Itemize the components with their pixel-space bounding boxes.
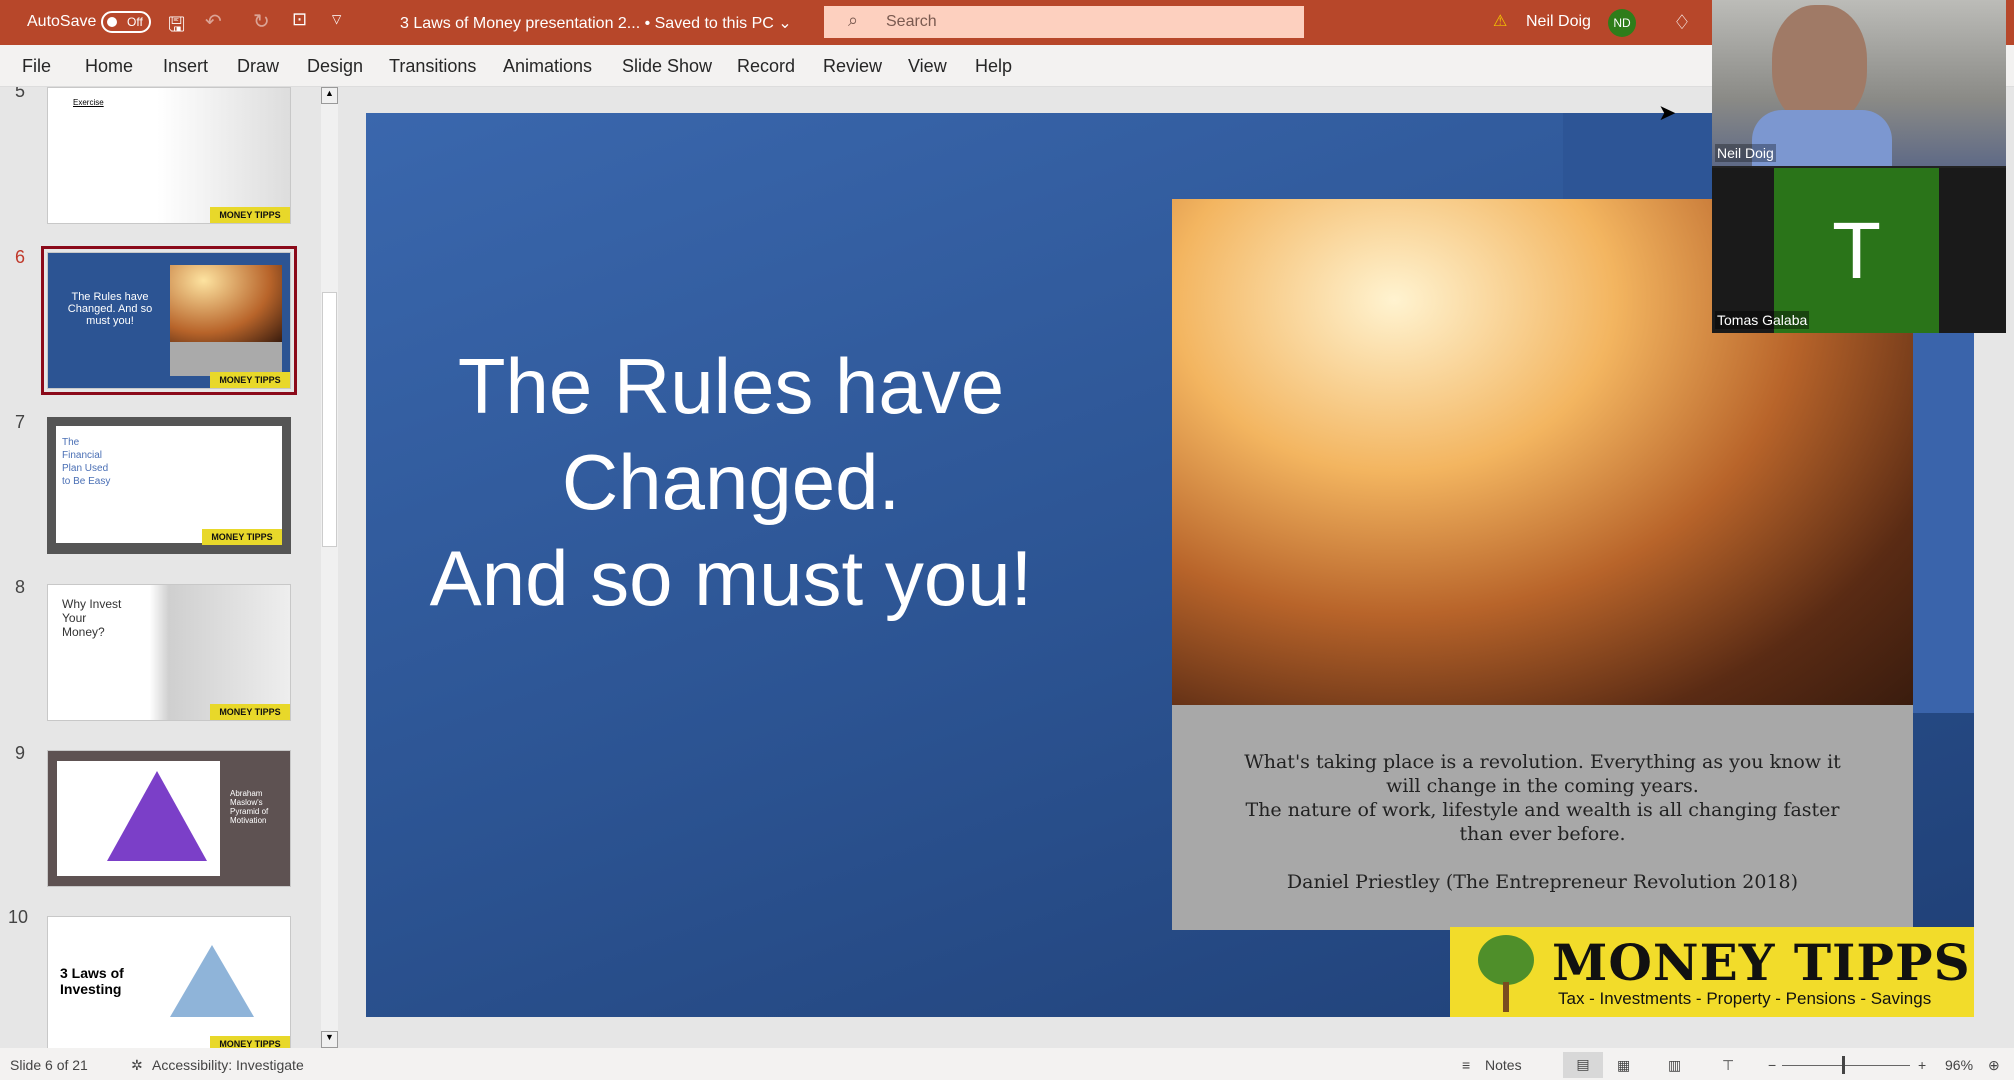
tab-draw[interactable]: Draw [237, 56, 279, 77]
tab-record[interactable]: Record [737, 56, 795, 77]
thumbnail-slide-6[interactable]: The Rules have Changed. And so must you!… [41, 246, 297, 395]
logo-tagline: Tax - Investments - Property - Pensions … [1558, 989, 1932, 1008]
user-avatar[interactable]: ND [1608, 9, 1636, 37]
normal-view-icon[interactable]: ▤ [1563, 1052, 1603, 1078]
accessibility-status[interactable]: Accessibility: Investigate [152, 1057, 304, 1073]
thumb-number: 6 [15, 247, 26, 267]
thumb-title: The Rules have Changed. And so must you! [67, 291, 153, 327]
autosave-toggle[interactable]: Off [101, 11, 151, 33]
thumb-logo: MONEY TIPPS [210, 207, 290, 223]
notes-icon[interactable]: ≡ [1462, 1057, 1470, 1073]
tab-animations[interactable]: Animations [503, 56, 592, 77]
search-icon: ⌕ [848, 10, 859, 30]
zoom-level[interactable]: 96% [1945, 1057, 1973, 1073]
quote-line: will change in the coming years. [1386, 775, 1699, 797]
thumb-title: 3 Laws of Investing [60, 965, 124, 997]
thumb-title: The Financial Plan Used to Be Easy [62, 437, 111, 487]
scroll-down-button[interactable]: ▼ [321, 1031, 338, 1048]
quote-attribution: Daniel Priestley (The Entrepreneur Revol… [1286, 871, 1799, 893]
tab-view[interactable]: View [908, 56, 947, 77]
participant-name: Neil Doig [1715, 144, 1776, 162]
thumb-logo: MONEY TIPPS [210, 372, 290, 388]
tab-transitions[interactable]: Transitions [389, 56, 476, 77]
customize-toolbar-icon[interactable]: ▽ [332, 12, 341, 26]
slideshow-icon[interactable]: ⊤ [1722, 1057, 1734, 1074]
autosave-label: AutoSave [27, 13, 97, 30]
thumbnail-slide-9[interactable]: Abraham Maslow's Pyramid of Motivation [47, 750, 291, 887]
redo-icon[interactable]: ↻ [253, 9, 270, 34]
thumb-title: Abraham Maslow's Pyramid of Motivation [230, 789, 269, 825]
search-input[interactable]: ⌕ Search [824, 6, 1304, 38]
fit-to-window-icon[interactable]: ⊕ [1988, 1057, 2000, 1074]
warning-icon[interactable]: ⚠ [1493, 11, 1507, 31]
thumbnail-slide-5[interactable]: Exercise MONEY TIPPS [47, 87, 291, 224]
tab-help[interactable]: Help [975, 56, 1012, 77]
thumbnail-slide-8[interactable]: Why Invest Your Money? MONEY TIPPS [47, 584, 291, 721]
document-title[interactable]: 3 Laws of Money presentation 2... • Save… [400, 13, 792, 33]
thumbnail-scrollbar[interactable]: ▲ ▼ [321, 87, 338, 1048]
thumb-number: 5 [15, 87, 26, 101]
thumb-logo: MONEY TIPPS [210, 704, 290, 720]
participant-video-tomas[interactable]: T Tomas Galaba [1712, 168, 2006, 333]
zoom-out-button[interactable]: − [1768, 1057, 1776, 1073]
title-line: Changed. [561, 438, 901, 526]
scroll-up-button[interactable]: ▲ [321, 87, 338, 104]
thumb-logo: MONEY TIPPS [202, 529, 282, 545]
thumbnail-slide-10[interactable]: 3 Laws of Investing MONEY TIPPS [47, 916, 291, 1048]
tab-insert[interactable]: Insert [163, 56, 208, 77]
zoom-slider[interactable] [1782, 1065, 1910, 1066]
pyramid-graphic [170, 945, 254, 1017]
accessibility-icon[interactable]: ✲ [131, 1057, 143, 1074]
participant-initial: T [1774, 168, 1939, 333]
search-placeholder: Search [886, 13, 937, 30]
pyramid-graphic [107, 771, 207, 861]
slide-thumbnail-pane: 5 Exercise MONEY TIPPS 6 The Rules have … [0, 87, 340, 1048]
thumb-logo: MONEY TIPPS [210, 1036, 290, 1048]
title-line: And so must you! [429, 534, 1033, 622]
status-bar: Slide 6 of 21 ✲ Accessibility: Investiga… [0, 1048, 2014, 1080]
quote-line: The nature of work, lifestyle and wealth… [1245, 799, 1840, 821]
thumb-number: 8 [15, 577, 26, 597]
tab-home[interactable]: Home [85, 56, 133, 77]
slide-sorter-icon[interactable]: ▦ [1617, 1057, 1630, 1074]
scroll-thumb[interactable] [322, 292, 337, 547]
notes-button[interactable]: Notes [1485, 1057, 1522, 1073]
quote-line: What's taking place is a revolution. Eve… [1244, 751, 1841, 773]
participant-name: Tomas Galaba [1715, 311, 1810, 329]
title-line: The Rules have [457, 342, 1005, 430]
zoom-in-button[interactable]: + [1918, 1057, 1926, 1073]
save-icon[interactable]: 🖫 [168, 10, 185, 44]
money-tipps-logo[interactable]: MONEY TIPPS Tax - Investments - Property… [1450, 927, 1974, 1017]
logo-title: MONEY TIPPS [1552, 933, 1971, 992]
undo-icon[interactable]: ↶ [205, 9, 222, 34]
tab-design[interactable]: Design [307, 56, 363, 77]
tree-icon [1478, 935, 1534, 985]
thumb-title: Why Invest Your Money? [62, 597, 122, 639]
thumbnail-slide-7[interactable]: The Financial Plan Used to Be Easy MONEY… [47, 417, 291, 554]
tab-slide-show[interactable]: Slide Show [622, 56, 712, 77]
video-call-panel: Neil Doig T Tomas Galaba [1712, 0, 2006, 333]
thumb-number: 10 [8, 907, 29, 927]
tab-file[interactable]: File [22, 56, 51, 77]
slide-title[interactable]: The Rules have Changed. And so must you! [406, 338, 1056, 626]
user-name[interactable]: Neil Doig [1526, 13, 1591, 31]
diamond-icon[interactable]: ♢ [1673, 10, 1691, 35]
thumb-title: Exercise [73, 98, 104, 107]
thumb-number: 7 [15, 412, 26, 432]
mouse-cursor-icon: ➤ [1658, 100, 1677, 125]
quote-line: than ever before. [1459, 823, 1626, 845]
zoom-slider-thumb[interactable] [1842, 1056, 1845, 1074]
participant-video-neil[interactable]: Neil Doig [1712, 0, 2006, 166]
thumb-number: 9 [15, 743, 26, 763]
quote-box[interactable]: What's taking place is a revolution. Eve… [1172, 705, 1913, 930]
tab-review[interactable]: Review [823, 56, 882, 77]
reading-view-icon[interactable]: ▥ [1668, 1057, 1681, 1074]
slide-counter: Slide 6 of 21 [10, 1057, 88, 1073]
present-icon[interactable]: ⊡ [292, 9, 307, 30]
